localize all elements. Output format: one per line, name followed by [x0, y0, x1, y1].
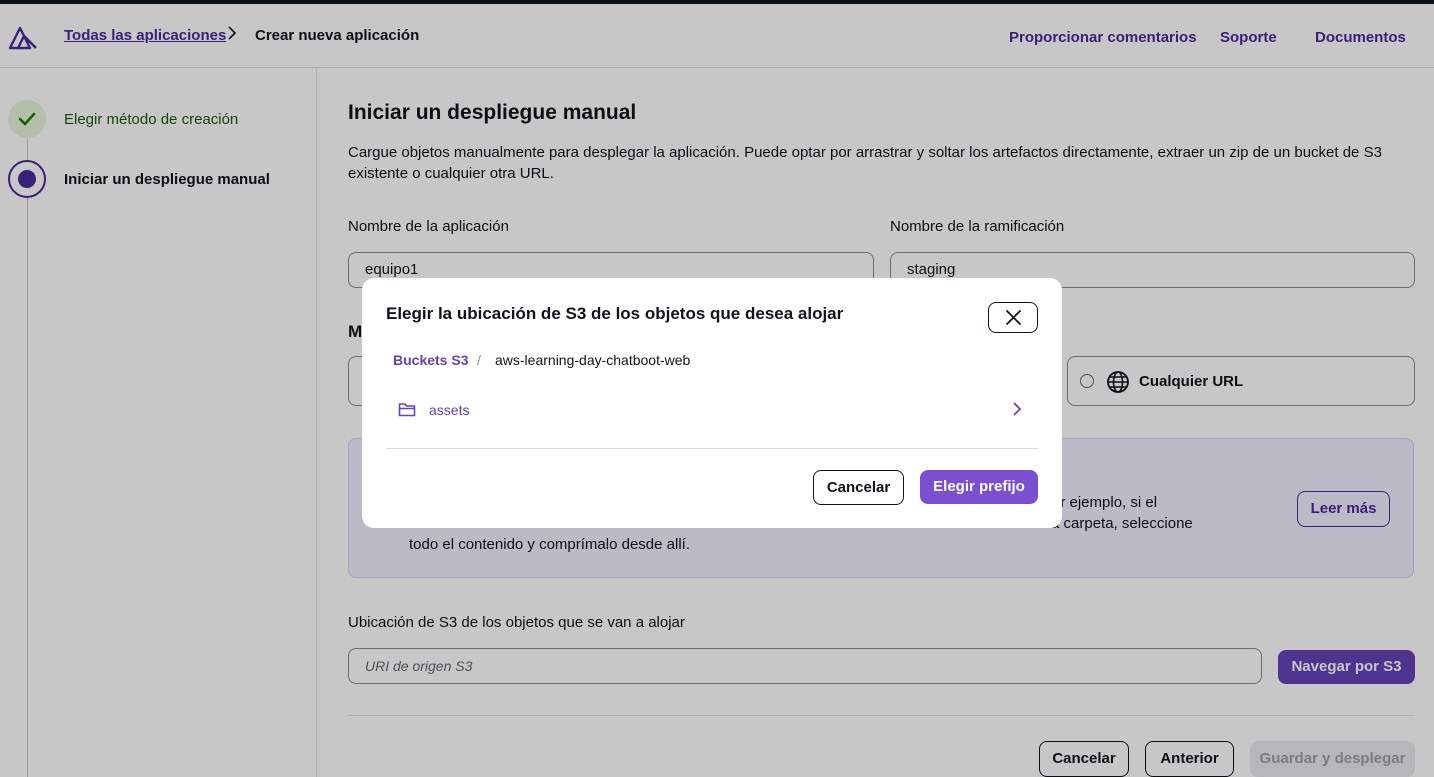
s3-picker-modal: Elegir la ubicación de S3 de los objetos…	[362, 278, 1062, 528]
chevron-right-icon[interactable]	[1010, 400, 1024, 418]
folder-icon	[398, 403, 416, 417]
choose-prefix-button[interactable]: Elegir prefijo	[920, 470, 1038, 504]
modal-cancel-button[interactable]: Cancelar	[813, 470, 904, 505]
close-icon	[1006, 310, 1021, 325]
modal-title: Elegir la ubicación de S3 de los objetos…	[386, 304, 844, 323]
crumb-bucket: aws-learning-day-chatboot-web	[495, 352, 691, 368]
crumb-s3-buckets-link[interactable]: Buckets S3	[393, 352, 468, 368]
folder-row-assets[interactable]: assets	[386, 396, 1038, 426]
folder-name: assets	[429, 402, 470, 418]
crumb-separator: /	[477, 352, 481, 368]
modal-divider	[386, 448, 1038, 449]
modal-close-button[interactable]	[988, 302, 1038, 333]
